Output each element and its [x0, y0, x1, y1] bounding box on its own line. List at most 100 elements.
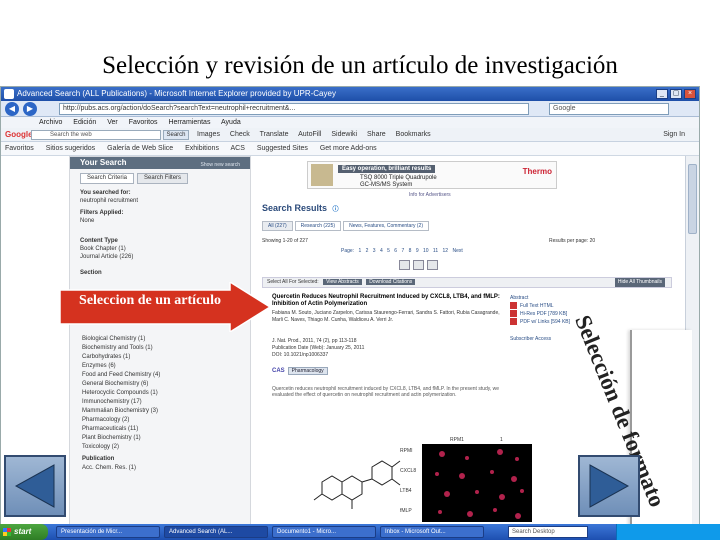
fav-item[interactable]: Favoritos: [5, 145, 34, 152]
facet-item[interactable]: Heterocyclic Compounds (1): [82, 389, 160, 398]
google-search-button[interactable]: Search: [163, 130, 189, 140]
content-type-item[interactable]: Book Chapter (1): [80, 246, 126, 252]
full-text-link[interactable]: Full Text HTML: [510, 302, 570, 310]
menu-help[interactable]: Ayuda: [221, 119, 241, 126]
facet-item[interactable]: Biochemistry and Tools (1): [82, 344, 160, 353]
info-icon[interactable]: ⓘ: [333, 207, 339, 213]
thumb-view-icon[interactable]: [427, 260, 438, 270]
taskbar-item[interactable]: Documento1 - Micro...: [272, 526, 376, 538]
toolbar-autofill[interactable]: AutoFill: [298, 131, 321, 138]
facet-item[interactable]: Immunochemistry (17): [82, 398, 160, 407]
start-label: start: [14, 527, 32, 536]
facet-item[interactable]: Plant Biochemistry (1): [82, 434, 160, 443]
taskbar-item[interactable]: Advanced Search (AL...: [164, 526, 268, 538]
facet-item[interactable]: Enzymes (6): [82, 362, 160, 371]
section-label: Section: [80, 270, 102, 276]
ad-brand-logo: Thermo: [522, 167, 552, 176]
pdf-links-link[interactable]: PDF w/ Links [594 KB]: [510, 318, 570, 326]
facet-item[interactable]: Toxicology (2): [82, 443, 160, 452]
content-type-item[interactable]: Journal Article (226): [80, 254, 133, 260]
facet-item[interactable]: Mammalian Biochemistry (3): [82, 407, 160, 416]
toolbar-images[interactable]: Images: [197, 131, 220, 138]
panel-row-label: CXCL8: [400, 468, 417, 474]
toolbar-sidewiki[interactable]: Sidewiki: [331, 131, 357, 138]
sign-in-link[interactable]: Sign In: [663, 128, 685, 142]
forward-icon[interactable]: ▶: [23, 102, 37, 116]
menu-tools[interactable]: Herramientas: [168, 119, 210, 126]
toolbar-translate[interactable]: Translate: [260, 131, 289, 138]
pdf-icon: [510, 310, 517, 318]
minimize-button[interactable]: _: [656, 89, 668, 99]
advertisement-banner[interactable]: Easy operation, brilliant results TSQ 80…: [307, 161, 557, 189]
menu-file[interactable]: Archivo: [39, 119, 62, 126]
toolbar-bookmarks[interactable]: Bookmarks: [396, 131, 431, 138]
taskbar-item[interactable]: Presentación de Micr...: [56, 526, 160, 538]
tab-search-filters[interactable]: Search Filters: [137, 173, 189, 184]
download-citations-button[interactable]: Download Citations: [366, 279, 416, 285]
results-toolbar: Select All For Selected: View Abstracts …: [262, 277, 672, 288]
tab-all[interactable]: All (227): [262, 221, 293, 231]
article-pub-date: Publication Date (Web): January 25, 2011: [272, 345, 365, 351]
search-results-title: Search Results ⓘ: [262, 203, 339, 213]
fav-item[interactable]: Exhibitions: [185, 145, 219, 152]
window-titlebar: Advanced Search (ALL Publications) - Mic…: [1, 87, 699, 101]
hide-thumbnails-button[interactable]: Hide All Thumbnails: [614, 278, 665, 287]
you-searched-label: You searched for:: [80, 190, 131, 196]
tab-research[interactable]: Research (225): [294, 221, 342, 231]
scrollbar-thumb[interactable]: [688, 164, 697, 234]
facet-item[interactable]: Biological Chemistry (1): [82, 335, 160, 344]
pagination[interactable]: Page: 1 2 3 4 5 6 7 8 9 10 11 12 Next: [341, 248, 463, 254]
close-button[interactable]: ×: [684, 89, 696, 99]
article-journal: J. Nat. Prod., 2011, 74 (2), pp 113-118: [272, 338, 357, 344]
section-tag[interactable]: Pharmacology: [287, 367, 328, 375]
tab-search-criteria[interactable]: Search Criteria: [80, 173, 135, 184]
next-slide-button[interactable]: [578, 455, 640, 517]
toolbar-share[interactable]: Share: [367, 131, 386, 138]
article-title[interactable]: Quercetin Reduces Neutrophil Recruitment…: [272, 294, 502, 308]
grid-view-icon[interactable]: [413, 260, 424, 270]
micrograph-cells: [435, 449, 524, 519]
publication-item[interactable]: Acc. Chem. Res. (1): [82, 464, 160, 473]
previous-slide-button[interactable]: [4, 455, 66, 517]
fav-item[interactable]: Get more Add-ons: [320, 145, 377, 152]
panel-row-label: RPMI: [400, 448, 413, 454]
new-search-link[interactable]: Show new search: [201, 159, 240, 171]
toolbar-check[interactable]: Check: [230, 131, 250, 138]
list-view-icon[interactable]: [399, 260, 410, 270]
fav-item[interactable]: ACS: [231, 145, 245, 152]
back-icon[interactable]: ◀: [5, 102, 19, 116]
tab-news[interactable]: News, Features, Commentary (2): [343, 221, 430, 231]
facet-item[interactable]: General Biochemistry (6): [82, 380, 160, 389]
browser-search-field[interactable]: Google: [549, 103, 669, 115]
address-bar: ◀ ▶ http://pubs.acs.org/action/doSearch?…: [1, 101, 699, 117]
menu-view[interactable]: Ver: [107, 119, 118, 126]
start-button[interactable]: start: [0, 524, 48, 540]
advertisers-info-link[interactable]: Info for Advertisers: [409, 192, 451, 198]
article-section-tag: CAS Pharmacology: [272, 367, 328, 375]
menu-edit[interactable]: Edición: [73, 119, 96, 126]
google-search-field[interactable]: Search the web: [31, 130, 161, 140]
facet-item[interactable]: Carbohydrates (1): [82, 353, 160, 362]
desktop-search-field[interactable]: Search Desktop: [508, 526, 588, 538]
abstract-link[interactable]: Abstract: [510, 294, 570, 302]
maximize-button[interactable]: ▢: [670, 89, 682, 99]
select-all-checkbox[interactable]: Select All For Selected:: [267, 279, 319, 285]
system-tray: [616, 524, 720, 540]
facet-item[interactable]: Pharmaceuticals (11): [82, 425, 160, 434]
taskbar-item[interactable]: Inbox - Microsoft Out...: [380, 526, 484, 538]
url-field[interactable]: http://pubs.acs.org/action/doSearch?sear…: [59, 103, 529, 115]
window-controls: _ ▢ ×: [656, 89, 696, 99]
filters-label: Filters Applied:: [80, 210, 124, 216]
view-abstracts-button[interactable]: View Abstracts: [323, 279, 362, 285]
menu-favorites[interactable]: Favoritos: [129, 119, 158, 126]
pdf-link[interactable]: Hi-Res PDF [789 KB]: [510, 310, 570, 318]
fav-item[interactable]: Galería de Web Slice: [107, 145, 173, 152]
results-heading: Search Results: [262, 203, 328, 213]
filters-section: Filters Applied: None: [80, 209, 123, 225]
facet-item[interactable]: Pharmacology (2): [82, 416, 160, 425]
fav-item[interactable]: Sitios sugeridos: [46, 145, 95, 152]
google-toolbar-items: Images Check Translate AutoFill Sidewiki…: [197, 128, 439, 142]
fav-item[interactable]: Suggested Sites: [257, 145, 308, 152]
facet-item[interactable]: Food and Feed Chemistry (4): [82, 371, 160, 380]
results-per-page-select[interactable]: Results per page: 20: [549, 238, 595, 244]
